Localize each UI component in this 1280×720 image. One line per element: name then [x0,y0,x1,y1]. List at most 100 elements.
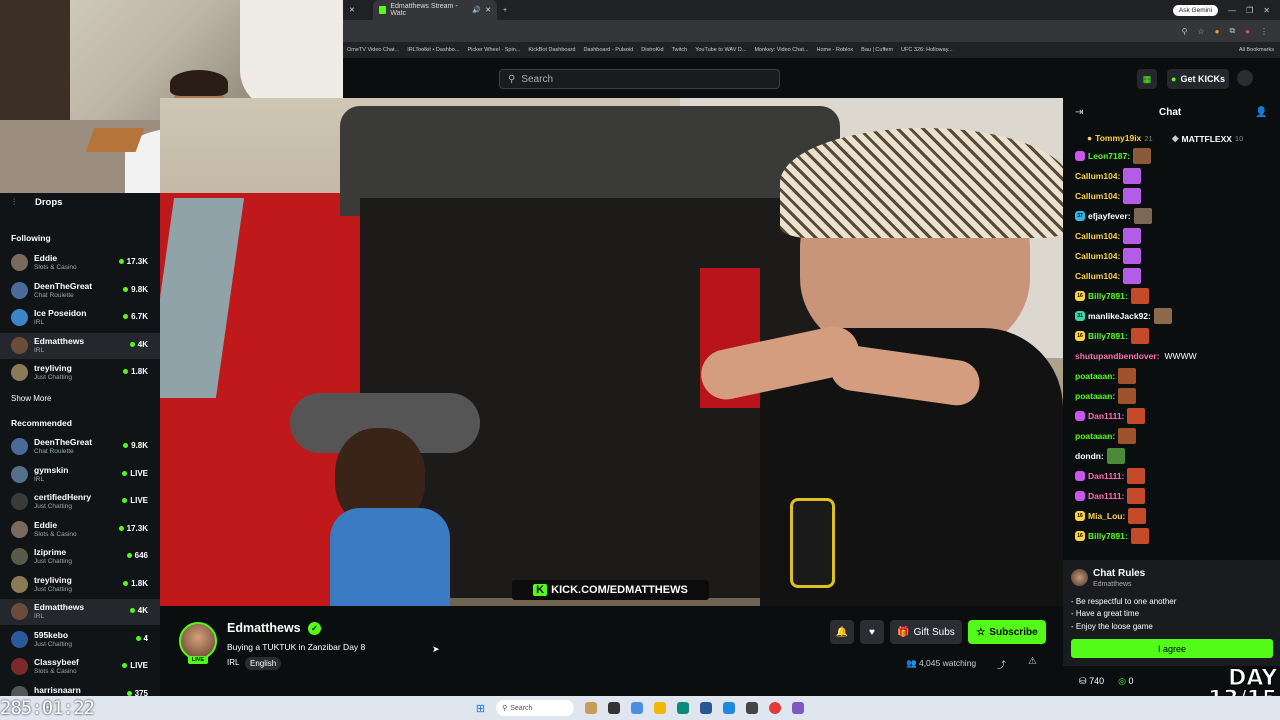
chat-message[interactable]: poataaan: [1075,366,1137,386]
chat-username[interactable]: Mia_Lou: [1088,511,1125,521]
bookmark-item[interactable]: Home - Roblox [816,47,853,53]
minimize-icon[interactable]: — [1228,6,1236,15]
chat-username[interactable]: poataaan: [1075,431,1115,441]
points-balance[interactable]: ◎ 0 [1118,676,1133,687]
chat-username[interactable]: Dan1111: [1088,411,1124,421]
menu-icon[interactable]: ⋮ [1260,27,1268,36]
streamer-avatar[interactable] [179,622,217,660]
bookmark-item[interactable]: Dashboard - Pulsoid [583,47,633,53]
app-icon[interactable] [631,702,644,714]
file-explorer-icon[interactable] [654,702,667,714]
chat-message[interactable]: Callum104: [1075,226,1142,246]
subscribe-button[interactable]: ☆ Subscribe [968,620,1046,644]
store-icon[interactable] [700,702,713,714]
chat-username[interactable]: shutupandbendover: [1075,351,1160,361]
follow-heart-button[interactable]: ♥ [860,620,884,644]
kick-app-icon[interactable]: ▦ [1137,69,1157,89]
tab-close-icon[interactable]: ✕ [485,6,491,14]
bookmark-item[interactable]: OmeTV Video Chat... [347,47,399,53]
chat-users-icon[interactable]: 👤 [1255,107,1267,118]
chat-message[interactable]: Leon7187: [1075,146,1152,166]
sidebar-channel-treyliving[interactable]: treyliving Just Chatting 1.8K [0,572,160,598]
report-icon[interactable]: ⚠ [1028,656,1037,667]
user-avatar[interactable] [1237,70,1253,86]
chat-username[interactable]: Callum104: [1075,171,1120,181]
chat-message[interactable]: Dan1111: [1075,466,1146,486]
category-link[interactable]: IRL [227,658,239,667]
show-more-button[interactable]: Show More [11,394,51,403]
sidebar-channel-iziprime[interactable]: Iziprime Just Chatting 646 [0,544,160,570]
chat-username[interactable]: dondn: [1075,451,1104,461]
chat-username[interactable]: Billy7891: [1088,531,1128,541]
chat-message[interactable]: Callum104: [1075,266,1142,286]
chat-username[interactable]: Dan1111: [1088,491,1124,501]
ask-gemini-button[interactable]: Ask Gemini [1172,4,1219,16]
sidebar-channel-eddie[interactable]: Eddie Slots & Casino 17.3K [0,517,160,543]
chat-username[interactable]: Callum104: [1075,231,1120,241]
chat-message[interactable]: 16 Billy7891: [1075,286,1149,306]
chat-username[interactable]: efjayfever: [1088,211,1131,221]
sidebar-channel-classybeef[interactable]: Classybeef Slots & Casino LIVE [0,654,160,680]
extension-icon[interactable]: ● [1215,27,1220,36]
chat-message[interactable]: Dan1111: [1075,486,1146,506]
get-kicks-button[interactable]: ● Get KICKs [1167,69,1229,89]
app-icon[interactable] [746,702,759,714]
app-icon[interactable] [723,702,736,714]
streamer-name[interactable]: Edmatthews [227,621,301,635]
task-view-icon[interactable] [608,702,621,714]
chat-message[interactable]: 31 manlikeJack92: [1075,306,1172,326]
bookmark-item[interactable]: KickBot Dashboard [528,47,575,53]
chat-message[interactable]: Dan1111: [1075,406,1146,426]
all-bookmarks[interactable]: All Bookmarks [1239,47,1280,53]
extensions-puzzle-icon[interactable]: ⧉ [1229,26,1235,36]
bookmark-item[interactable]: Picker Wheel - Spin... [467,47,520,53]
share-icon[interactable]: ⤴ [997,658,1006,671]
bookmark-item[interactable]: Monkey: Video Chat... [754,47,808,53]
chat-username[interactable]: Callum104: [1075,251,1120,261]
collapse-chat-icon[interactable]: ⇥ [1075,107,1083,118]
language-tag[interactable]: English [245,657,282,670]
bookmark-item[interactable]: IRLToolkit • Dashbo... [407,47,459,53]
sidebar-channel-certifiedhenry[interactable]: certifiedHenry Just Chatting LIVE [0,489,160,515]
chat-message[interactable]: 16 Billy7891: [1075,526,1149,546]
bookmark-item[interactable]: Twitch [672,47,688,53]
bookmark-item[interactable]: Bau | Cuffem [861,47,893,53]
edge-icon[interactable] [677,702,690,714]
chat-message[interactable]: Callum104: [1075,186,1142,206]
taskbar-search[interactable]: ⚲ Search [496,700,575,716]
zoom-icon[interactable]: ⚲ [1182,27,1188,36]
sidebar-channel-595kebo[interactable]: 595kebo Just Chatting 4 [0,627,160,653]
windows-start-icon[interactable]: ⊞ [476,702,485,715]
maximize-icon[interactable]: ❐ [1246,6,1253,15]
chat-username[interactable]: Billy7891: [1088,291,1128,301]
sidebar-channel-deenthegreat[interactable]: DeenTheGreat Chat Roulette 9.8K [0,434,160,460]
chat-message[interactable]: 37 efjayfever: [1075,206,1152,226]
sidebar-channel-ice poseidon[interactable]: Ice Poseidon IRL 6.7K [0,305,160,331]
video-player[interactable] [160,98,1063,606]
close-window-icon[interactable]: ✕ [1263,6,1270,15]
chrome-icon[interactable] [769,702,782,714]
bookmark-item[interactable]: DistroKid [641,47,663,53]
widget-icon[interactable] [585,702,598,714]
chat-message[interactable]: poataaan: [1075,386,1137,406]
chat-message[interactable]: poataaan: [1075,426,1137,446]
drops-link[interactable]: Drops [35,197,62,208]
sidebar-channel-eddie[interactable]: Eddie Slots & Casino 17.3K [0,250,160,276]
chat-message[interactable]: 16 Mia_Lou: [1075,506,1147,526]
sidebar-channel-edmatthews[interactable]: Edmatthews IRL 4K [0,599,160,625]
search-input[interactable]: ⚲ Search [499,69,780,89]
chat-message[interactable]: dondn: [1075,446,1125,466]
agree-rules-button[interactable]: I agree [1071,639,1273,658]
browser-tab-active[interactable]: Edmatthews Stream - Watc 🔊 ✕ [373,0,497,20]
chat-username[interactable]: Billy7891: [1088,331,1128,341]
bookmark-star-icon[interactable]: ☆ [1197,27,1204,36]
sidebar-channel-gymskin[interactable]: gymskin IRL LIVE [0,462,160,488]
chat-message[interactable]: 16 Billy7891: [1075,326,1149,346]
top-gifter[interactable]: ◆ MATTFLEXX 10 [1172,133,1243,144]
chat-username[interactable]: Callum104: [1075,271,1120,281]
sidebar-channel-edmatthews[interactable]: Edmatthews IRL 4K [0,332,160,359]
chat-username[interactable]: poataaan: [1075,391,1115,401]
gift-subs-button[interactable]: 🎁 Gift Subs [890,620,962,644]
sidebar-channel-deenthegreat[interactable]: DeenTheGreat Chat Roulette 9.8K [0,278,160,304]
bookmark-item[interactable]: YouTube to WAV D... [695,47,746,53]
